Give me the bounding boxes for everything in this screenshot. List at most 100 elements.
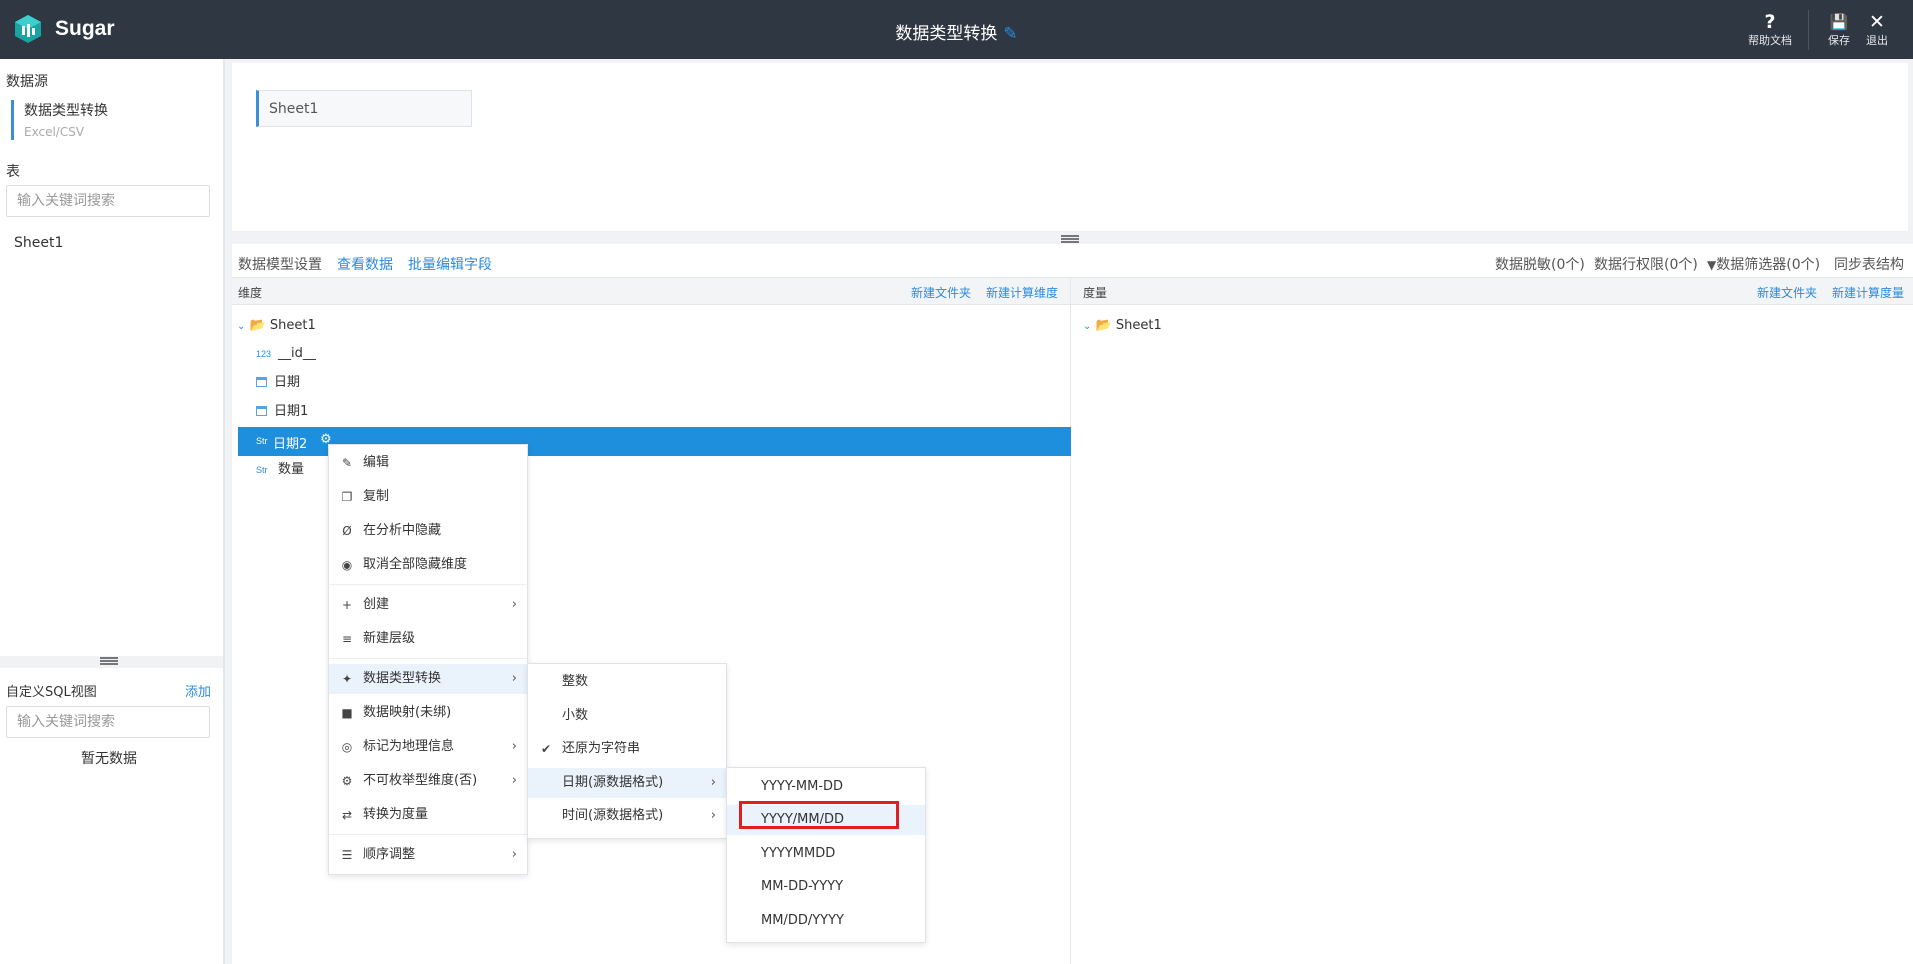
- chevron-right-icon: ›: [710, 808, 716, 823]
- table-canvas: [232, 63, 1908, 231]
- field-row[interactable]: 日期: [256, 370, 300, 396]
- chevron-down-icon: ⌄: [1083, 321, 1092, 332]
- sync-schema-link[interactable]: 同步表结构: [1834, 254, 1904, 274]
- copy-icon: ❐: [341, 490, 353, 504]
- eye-icon: ◉: [341, 558, 353, 572]
- measure-folder-sheet1[interactable]: ⌄ 📂 Sheet1: [1083, 313, 1162, 339]
- menu-item-create[interactable]: + 创建 ›: [329, 590, 527, 620]
- menu-item-data-mapping[interactable]: ■ 数据映射(未绑): [329, 698, 527, 728]
- data-masking-link[interactable]: 数据脱敏(0个): [1495, 254, 1585, 274]
- measure-folder-label: Sheet1: [1115, 318, 1162, 333]
- menu-item-reorder[interactable]: ☰ 顺序调整 ›: [329, 840, 527, 870]
- list-icon: ☰: [341, 848, 353, 862]
- eye-slash-icon: Ø: [342, 524, 352, 538]
- plus-icon: +: [341, 598, 353, 612]
- menu-item-unhide-all[interactable]: ◉ 取消全部隐藏维度: [329, 550, 527, 580]
- filter-icon: ▼: [1707, 258, 1717, 272]
- row-permission-link[interactable]: 数据行权限(0个): [1594, 254, 1698, 274]
- book-icon: ■: [341, 706, 353, 720]
- menu-item-edit[interactable]: ✎ 编辑: [329, 448, 527, 478]
- edit-icon: ✎: [341, 456, 353, 470]
- date-format-item[interactable]: MM-DD-YYYY: [727, 872, 925, 902]
- submenu-item-date[interactable]: 日期(源数据格式) ›: [528, 768, 726, 798]
- calendar-icon: [256, 377, 267, 387]
- chevron-right-icon: ›: [710, 775, 716, 790]
- tab-model-settings[interactable]: 数据模型设置: [238, 254, 322, 274]
- datasource-heading: 数据源: [6, 74, 48, 90]
- help-docs-button[interactable]: ? 帮助文档: [1744, 12, 1796, 48]
- submenu-item-integer[interactable]: 整数: [528, 667, 726, 697]
- tab-batch-edit[interactable]: 批量编辑字段: [408, 254, 492, 274]
- field-name: 日期1: [274, 404, 309, 419]
- menu-separator: [329, 834, 527, 835]
- dimension-folder-label: Sheet1: [269, 318, 316, 333]
- save-button[interactable]: 💾 保存: [1824, 12, 1854, 48]
- menu-item-non-enumerable[interactable]: ⚙ 不可枚举型维度(否) ›: [329, 766, 527, 796]
- menu-separator: [329, 658, 527, 659]
- field-row[interactable]: 123 __id__: [256, 341, 316, 367]
- field-name: 日期: [274, 375, 301, 390]
- string-type-icon: Str: [256, 465, 268, 475]
- top-bar: Sugar 数据类型转换 ✎ ? 帮助文档 💾 保存 ✕ 退出: [0, 0, 1913, 59]
- field-name: 数量: [278, 462, 305, 477]
- datasource-name: 数据类型转换: [24, 103, 108, 119]
- new-calc-dimension-link[interactable]: 新建计算维度: [986, 284, 1058, 301]
- exit-label: 退出: [1866, 34, 1888, 47]
- datasource-type: Excel/CSV: [24, 125, 85, 139]
- new-calc-measure-link[interactable]: 新建计算度量: [1832, 284, 1904, 301]
- submenu-item-time[interactable]: 时间(源数据格式) ›: [528, 801, 726, 831]
- add-sql-view-link[interactable]: 添加: [185, 681, 211, 700]
- grip-icon: [100, 657, 118, 665]
- date-format-item[interactable]: YYYYMMDD: [727, 839, 925, 869]
- gear-icon: ⚙: [341, 774, 353, 788]
- help-docs-label: 帮助文档: [1748, 34, 1792, 47]
- check-icon: ✔: [540, 742, 552, 756]
- chevron-down-icon: ⌄: [237, 321, 246, 332]
- tab-view-data[interactable]: 查看数据: [337, 254, 393, 274]
- field-context-menu: ✎ 编辑 ❐ 复制 Ø 在分析中隐藏 ◉ 取消全部隐藏维度 + 创建 › ≡ 新建层级 ✦ 数据…: [328, 444, 528, 875]
- table-heading: 表: [6, 164, 20, 180]
- field-name: __id__: [278, 346, 316, 361]
- dimension-folder-sheet1[interactable]: ⌄ 📂 Sheet1: [237, 313, 316, 339]
- field-row[interactable]: 日期1: [256, 399, 308, 425]
- panel-resize-handle[interactable]: [1061, 235, 1079, 243]
- folder-open-icon: 📂: [249, 318, 266, 333]
- measure-heading: 度量: [1083, 286, 1108, 300]
- sql-view-heading: 自定义SQL视图: [6, 685, 97, 700]
- menu-item-type-conversion[interactable]: ✦ 数据类型转换 ›: [329, 664, 527, 694]
- topbar-divider: [1808, 10, 1809, 50]
- sql-search-input[interactable]: [6, 706, 210, 738]
- sheet-chip[interactable]: Sheet1: [256, 90, 472, 127]
- field-row[interactable]: Str 数量: [256, 457, 304, 483]
- exit-button[interactable]: ✕ 退出: [1862, 12, 1892, 48]
- calendar-icon: [256, 406, 267, 416]
- dimension-heading: 维度: [238, 286, 263, 300]
- data-filter-label: 数据筛选器(0个): [1716, 257, 1821, 273]
- dim-new-folder-link[interactable]: 新建文件夹: [911, 284, 971, 301]
- close-icon: ✕: [1869, 11, 1885, 33]
- submenu-item-decimal[interactable]: 小数: [528, 701, 726, 731]
- table-search-input[interactable]: [6, 185, 210, 217]
- sidebar-resize-handle[interactable]: [0, 656, 223, 668]
- edit-title-icon[interactable]: ✎: [1003, 24, 1017, 44]
- measure-new-folder-link[interactable]: 新建文件夹: [1757, 284, 1817, 301]
- globe-icon: ◎: [341, 740, 353, 754]
- table-item-sheet1[interactable]: Sheet1: [14, 235, 63, 251]
- data-filter-link[interactable]: ▼数据筛选器(0个): [1707, 254, 1820, 274]
- folder-open-icon: 📂: [1095, 318, 1112, 333]
- menu-item-hide-in-analysis[interactable]: Ø 在分析中隐藏: [329, 516, 527, 546]
- chevron-right-icon: ›: [511, 847, 517, 862]
- type-conversion-submenu: 整数 小数 ✔ 还原为字符串 日期(源数据格式) › 时间(源数据格式) ›: [527, 663, 727, 839]
- hierarchy-icon: ≡: [341, 632, 353, 646]
- menu-separator: [329, 584, 527, 585]
- date-format-item[interactable]: MM/DD/YYYY: [727, 906, 925, 936]
- submenu-item-restore-string[interactable]: ✔ 还原为字符串: [528, 734, 726, 764]
- menu-item-convert-to-measure[interactable]: ⇄ 转换为度量: [329, 800, 527, 830]
- menu-item-copy[interactable]: ❐ 复制: [329, 482, 527, 512]
- menu-item-new-hierarchy[interactable]: ≡ 新建层级: [329, 624, 527, 654]
- save-label: 保存: [1828, 34, 1850, 47]
- save-icon: 💾: [1829, 13, 1849, 31]
- menu-item-geo-info[interactable]: ◎ 标记为地理信息 ›: [329, 732, 527, 762]
- date-format-item[interactable]: YYYY-MM-DD: [727, 772, 925, 802]
- datasource-item[interactable]: 数据类型转换 Excel/CSV: [11, 100, 224, 140]
